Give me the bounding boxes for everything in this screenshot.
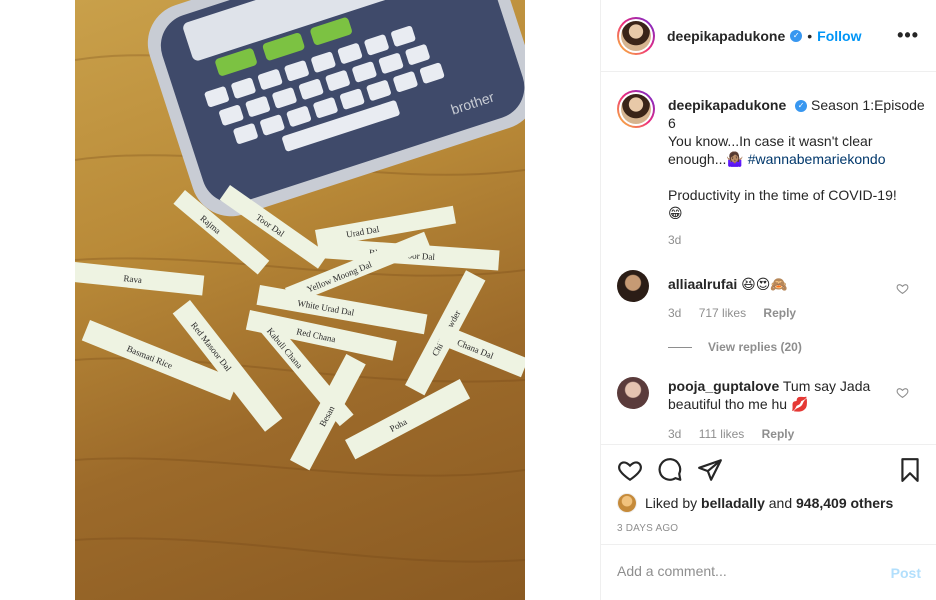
liked-by-summary: Liked by belladally and 948,409 others — [617, 493, 893, 513]
reply-button[interactable]: Reply — [762, 427, 795, 441]
commenter-avatar[interactable] — [617, 377, 649, 409]
avatar-inner — [619, 18, 653, 53]
verified-badge-icon: ✓ — [790, 29, 803, 42]
post-photo[interactable]: brother Rava Toor Dal Rajma Urad Dal Bla… — [75, 0, 525, 600]
save-bookmark-icon[interactable] — [897, 457, 923, 483]
post-comment-button[interactable]: Post — [891, 565, 921, 581]
photo-illustration: brother Rava Toor Dal Rajma Urad Dal Bla… — [75, 0, 525, 563]
verified-badge-icon: ✓ — [795, 100, 808, 113]
label-strips: Rava Toor Dal Rajma Urad Dal Black Masoo… — [75, 185, 525, 471]
action-icons-row — [617, 457, 922, 483]
like-comment-heart-icon[interactable] — [896, 282, 909, 295]
comments-section[interactable]: deepikapadukone ✓ Season 1:Episode 6 You… — [601, 72, 936, 444]
reply-button[interactable]: Reply — [763, 306, 796, 320]
add-comment-input[interactable] — [617, 563, 867, 579]
share-send-icon[interactable] — [697, 457, 723, 483]
avatar-inner — [619, 92, 653, 126]
label-text: Rava — [123, 273, 142, 285]
caption-avatar[interactable] — [617, 90, 655, 128]
comment-likes[interactable]: 717 likes — [699, 306, 746, 320]
view-replies-button[interactable]: View replies (20) — [668, 340, 802, 354]
comment-bubble-icon[interactable] — [657, 457, 683, 483]
comment-likes[interactable]: 111 likes — [699, 427, 745, 441]
liked-by-user-link[interactable]: belladally — [701, 495, 765, 511]
liked-by-and: and — [768, 495, 793, 511]
comment-text: 😆😍🙈 — [741, 276, 788, 292]
comment-body: pooja_guptalove Tum say Jada beautiful t… — [668, 377, 888, 413]
comment-meta: 3d 111 likes Reply — [668, 427, 808, 441]
commenter-username[interactable]: alliaalrufai — [668, 276, 737, 292]
comment-composer: Post — [601, 544, 936, 600]
liked-by-prefix: Liked by — [645, 495, 698, 511]
liked-by-avatar[interactable] — [617, 493, 637, 513]
comment-meta: 3d 717 likes Reply — [668, 306, 810, 320]
avatar-image — [621, 20, 651, 51]
caption-hashtag-link[interactable]: #wannabemariekondo — [748, 151, 886, 167]
commenter-username[interactable]: pooja_guptalove — [668, 378, 779, 394]
divider-line — [668, 346, 692, 348]
avatar-image — [621, 94, 651, 124]
like-heart-icon[interactable] — [617, 457, 643, 483]
likes-count-link[interactable]: 948,409 others — [796, 495, 893, 511]
post-header: deepikapadukone ✓ • Follow ••• — [601, 0, 936, 72]
caption-body: deepikapadukone ✓ Season 1:Episode 6 You… — [668, 96, 928, 249]
view-replies-label: View replies (20) — [708, 340, 802, 354]
post-side-panel: deepikapadukone ✓ • Follow ••• deepikapa… — [600, 0, 936, 600]
caption-time[interactable]: 3d — [668, 233, 681, 247]
post-media-area: brother Rava Toor Dal Rajma Urad Dal Bla… — [0, 0, 600, 600]
author-avatar[interactable] — [617, 16, 655, 55]
comment-time[interactable]: 3d — [668, 427, 681, 441]
post-timestamp[interactable]: 3 DAYS AGO — [617, 523, 678, 534]
caption-text-line3: Productivity in the time of COVID-19! — [668, 187, 897, 203]
header-separator: • — [807, 27, 813, 44]
author-username[interactable]: deepikapadukone — [667, 28, 785, 44]
comment-body: alliaalrufai 😆😍🙈 — [668, 275, 888, 293]
caption-emoji: 😁 — [668, 205, 683, 221]
caption-username[interactable]: deepikapadukone — [668, 97, 786, 113]
comment-time[interactable]: 3d — [668, 306, 681, 320]
label-maker: brother — [147, 0, 525, 217]
commenter-avatar[interactable] — [617, 270, 649, 302]
more-options-icon[interactable]: ••• — [897, 26, 919, 44]
like-comment-heart-icon[interactable] — [896, 386, 909, 399]
follow-button[interactable]: Follow — [817, 28, 861, 44]
post-actions: Liked by belladally and 948,409 others 3… — [601, 444, 936, 544]
